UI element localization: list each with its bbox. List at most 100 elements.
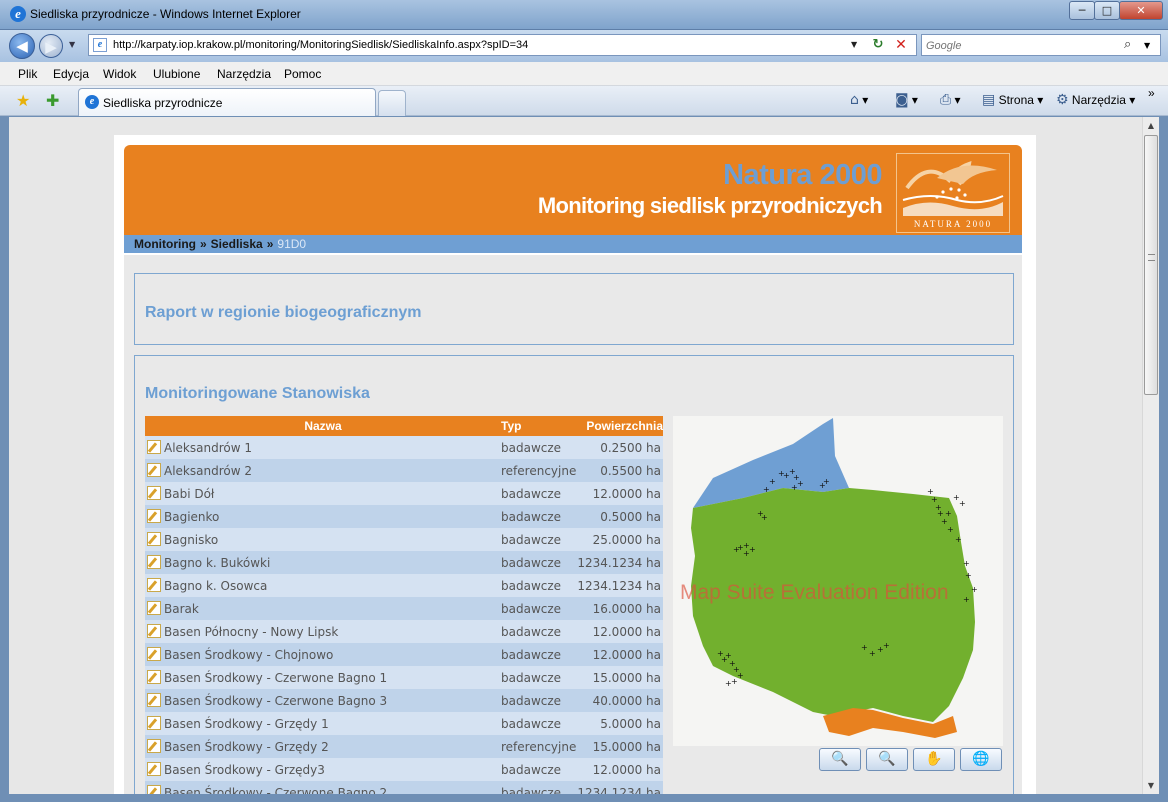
menu-edit[interactable]: Edycja [53,67,89,81]
table-row[interactable]: Aleksandrów 1 badawcze 0.2500 ha [145,436,663,459]
address-bar[interactable]: e http://karpaty.iop.krakow.pl/monitorin… [88,34,917,56]
home-button[interactable]: ⌂ ▾ [850,92,868,108]
edit-icon[interactable] [147,693,161,707]
table-row[interactable]: Barak badawcze 16.0000 ha [145,597,663,620]
site-name-link[interactable]: Basen Środkowy - Grzędy 2 [164,740,329,754]
edit-icon[interactable] [147,509,161,523]
site-marker-icon[interactable]: + [955,535,962,544]
table-row[interactable]: Basen Środkowy - Czerwone Bagno 1 badawcz… [145,666,663,689]
table-row[interactable]: Babi Dół badawcze 12.0000 ha [145,482,663,505]
site-marker-icon[interactable]: + [963,559,970,568]
edit-icon[interactable] [147,440,161,454]
print-button[interactable]: ⎙ ▾ [940,92,961,108]
table-row[interactable]: Basen Północny - Nowy Lipsk badawcze 12.00… [145,620,663,643]
site-marker-icon[interactable]: + [749,545,756,554]
edit-icon[interactable] [147,578,161,592]
site-name-link[interactable]: Bagno k. Bukówki [164,556,270,570]
menu-help[interactable]: Pomoc [284,67,321,81]
site-name-link[interactable]: Basen Środkowy - Czerwone Bagno 1 [164,671,387,685]
table-row[interactable]: Bagno k. Bukówki badawcze 1234.1234 ha [145,551,663,574]
site-marker-icon[interactable]: + [731,677,738,686]
favorites-star-icon[interactable]: ★ [16,91,30,110]
site-name-link[interactable]: Basen Północny - Nowy Lipsk [164,625,338,639]
column-header-name[interactable]: Nazwa [145,416,501,436]
edit-icon[interactable] [147,555,161,569]
site-name-link[interactable]: Bagnisko [164,533,218,547]
edit-icon[interactable] [147,762,161,776]
vertical-scrollbar[interactable]: ▲ ▼ [1142,117,1159,794]
site-name-link[interactable]: Basen Środkowy - Grzędy 1 [164,717,329,731]
feeds-button[interactable]: ◙ ▾ [895,92,918,108]
table-row[interactable]: Bagno k. Osowca badawcze 1234.1234 ha [145,574,663,597]
tab-siedliska[interactable]: e Siedliska przyrodnicze [78,88,376,116]
search-icon[interactable]: ⌕ [1124,37,1131,52]
site-name-link[interactable]: Bagienko [164,510,219,524]
table-row[interactable]: Bagnisko badawcze 25.0000 ha [145,528,663,551]
site-name-link[interactable]: Babi Dół [164,487,214,501]
edit-icon[interactable] [147,601,161,615]
scroll-up-icon[interactable]: ▲ [1143,117,1159,134]
site-marker-icon[interactable]: + [947,525,954,534]
site-marker-icon[interactable]: + [733,545,740,554]
site-name-link[interactable]: Barak [164,602,199,616]
add-favorite-icon[interactable]: ✚ [46,91,59,110]
table-row[interactable]: Basen Środkowy - Grzędy3 badawcze 12.0000 … [145,758,663,781]
site-marker-icon[interactable]: + [797,479,804,488]
site-marker-icon[interactable]: + [861,643,868,652]
search-input[interactable] [926,38,1116,53]
site-name-link[interactable]: Basen Środkowy - Czerwone Bagno 3 [164,694,387,708]
edit-icon[interactable] [147,739,161,753]
site-name-link[interactable]: Basen Środkowy - Grzędy3 [164,763,325,777]
site-marker-icon[interactable]: + [737,671,744,680]
edit-icon[interactable] [147,532,161,546]
map-view[interactable]: + + + + + + + + + + + + + + + + + + + + + + + + + + + + + + + + + + + + + + + +… [673,416,1003,746]
forward-button[interactable]: ▶ [39,34,63,58]
edit-icon[interactable] [147,624,161,638]
table-row[interactable]: Basen Środkowy - Czerwone Bagno 2 badawcz… [145,781,663,794]
site-marker-icon[interactable]: + [959,499,966,508]
report-heading[interactable]: Raport w regionie biogeograficznym [145,304,421,322]
stop-icon[interactable]: ✕ [892,36,910,54]
edit-icon[interactable] [147,486,161,500]
site-name-link[interactable]: Basen Środkowy - Chojnowo [164,648,333,662]
site-marker-icon[interactable]: + [883,641,890,650]
site-marker-icon[interactable]: + [869,649,876,658]
site-name-link[interactable]: Aleksandrów 1 [164,441,252,455]
table-row[interactable]: Bagienko badawcze 0.5000 ha [145,505,663,528]
site-marker-icon[interactable]: + [819,481,826,490]
address-url[interactable]: http://karpaty.iop.krakow.pl/monitoring/… [113,39,528,51]
edit-icon[interactable] [147,647,161,661]
site-name-link[interactable]: Bagno k. Osowca [164,579,267,593]
site-marker-icon[interactable]: + [971,585,978,594]
search-options-icon[interactable]: ▼ [1144,41,1150,50]
table-row[interactable]: Basen Środkowy - Czerwone Bagno 3 badawcz… [145,689,663,712]
minimize-button[interactable]: ─ [1069,1,1095,20]
scroll-thumb[interactable] [1144,135,1158,395]
breadcrumb-monitoring[interactable]: Monitoring [134,237,196,251]
table-row[interactable]: Basen Środkowy - Grzędy 2 referencyjne 15.… [145,735,663,758]
new-tab-button[interactable] [378,90,406,116]
refresh-icon[interactable]: ↻ [869,37,887,53]
menu-tools[interactable]: Narzędzia [217,67,271,81]
maximize-button[interactable]: □ [1094,1,1120,20]
site-marker-icon[interactable]: + [761,513,768,522]
site-marker-icon[interactable]: + [743,549,750,558]
search-box[interactable]: ⌕ ▼ [921,34,1161,56]
site-name-link[interactable]: Aleksandrów 2 [164,464,252,478]
zoom-in-button[interactable]: 🔍 [819,748,861,771]
more-commands-icon[interactable]: » [1148,86,1155,100]
table-row[interactable]: Aleksandrów 2 referencyjne 0.5500 ha [145,459,663,482]
recent-pages-dropdown-icon[interactable]: ▼ [69,40,75,49]
edit-icon[interactable] [147,716,161,730]
edit-icon[interactable] [147,463,161,477]
site-marker-icon[interactable]: + [763,485,770,494]
site-marker-icon[interactable]: + [725,679,732,688]
edit-icon[interactable] [147,785,161,794]
pan-button[interactable]: ✋ [913,748,955,771]
column-header-type[interactable]: Typ [501,416,577,436]
table-row[interactable]: Basen Środkowy - Chojnowo badawcze 12.0000… [145,643,663,666]
site-marker-icon[interactable]: + [965,571,972,580]
site-marker-icon[interactable]: + [791,483,798,492]
close-button[interactable]: ✕ [1119,1,1163,20]
scroll-down-icon[interactable]: ▼ [1143,777,1159,794]
